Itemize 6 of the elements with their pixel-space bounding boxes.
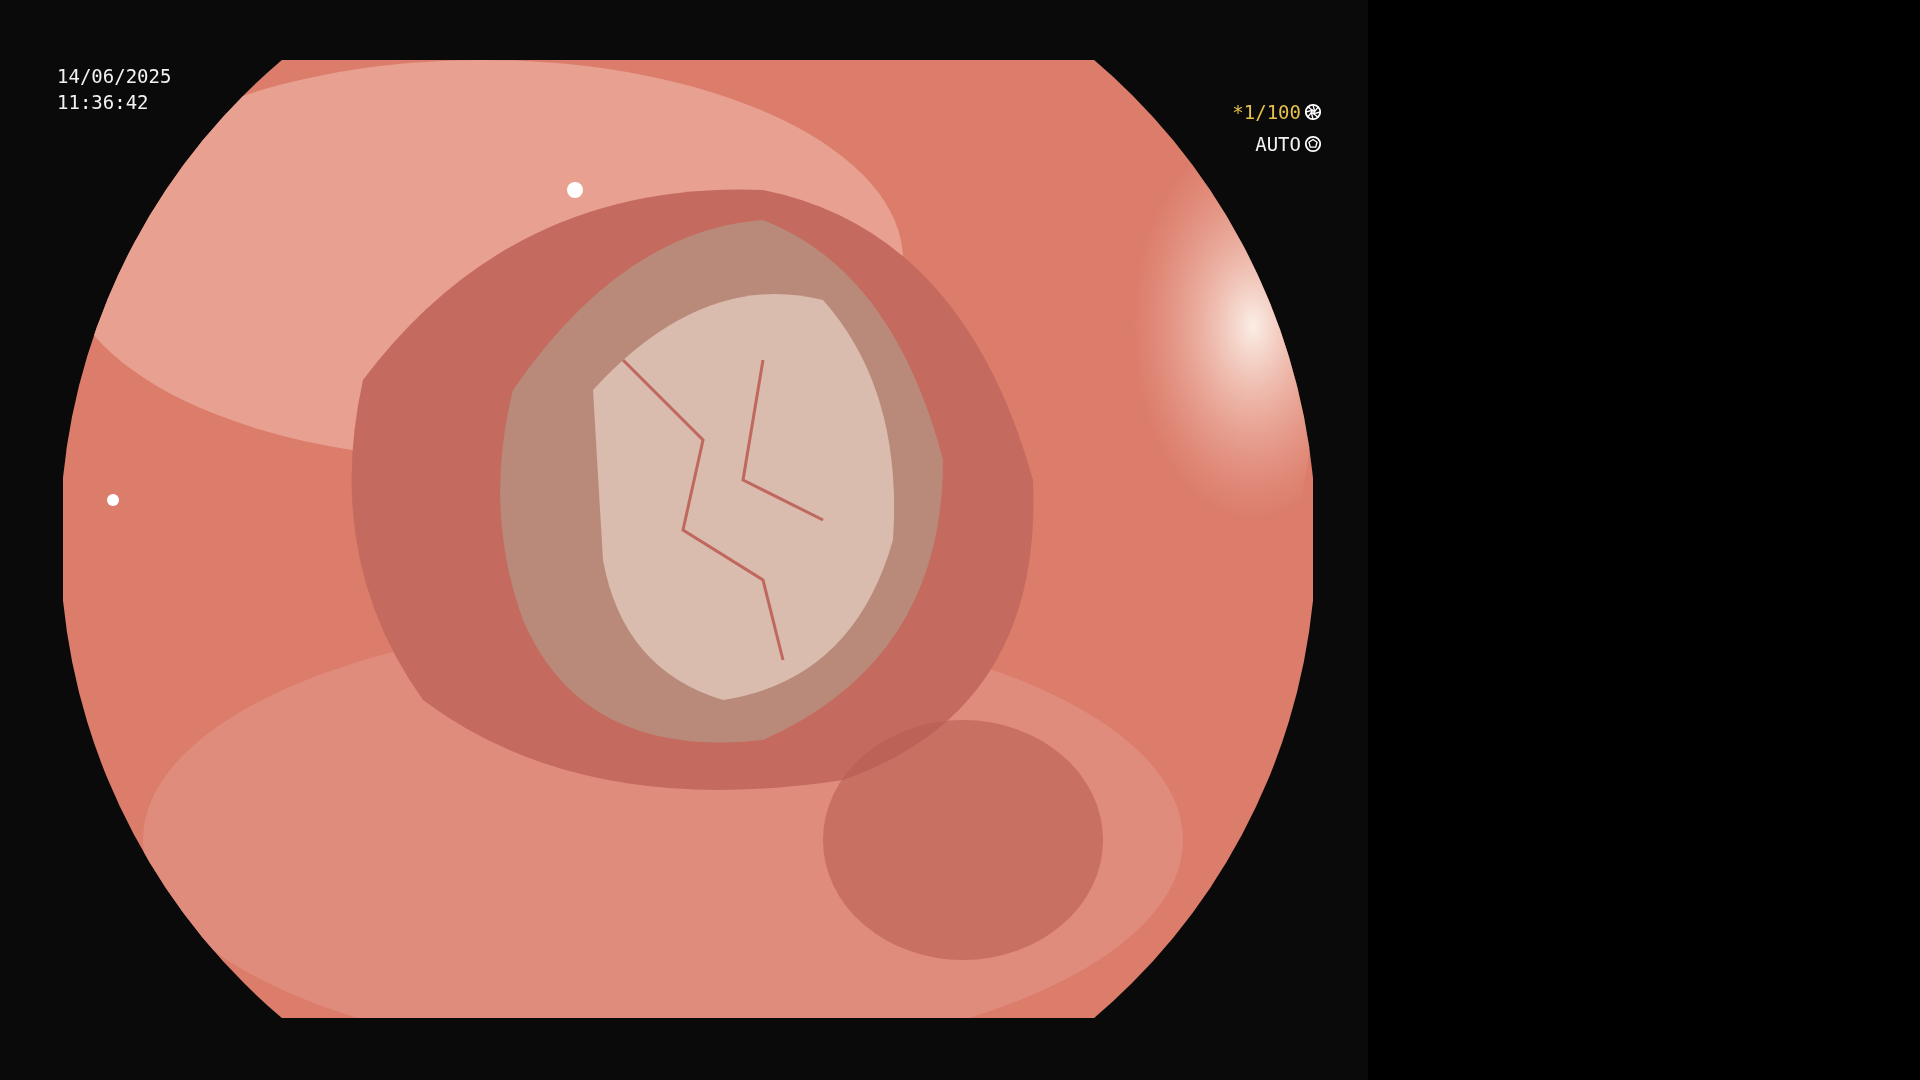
- iris-icon: [1304, 135, 1322, 153]
- shutter-speed-text: *1/100: [1232, 100, 1301, 125]
- time-text: 11:36:42: [57, 90, 150, 115]
- date-text: 14/06/2025: [57, 64, 172, 89]
- aperture-icon: [1304, 103, 1322, 121]
- mode-text: AUTO: [1255, 132, 1301, 157]
